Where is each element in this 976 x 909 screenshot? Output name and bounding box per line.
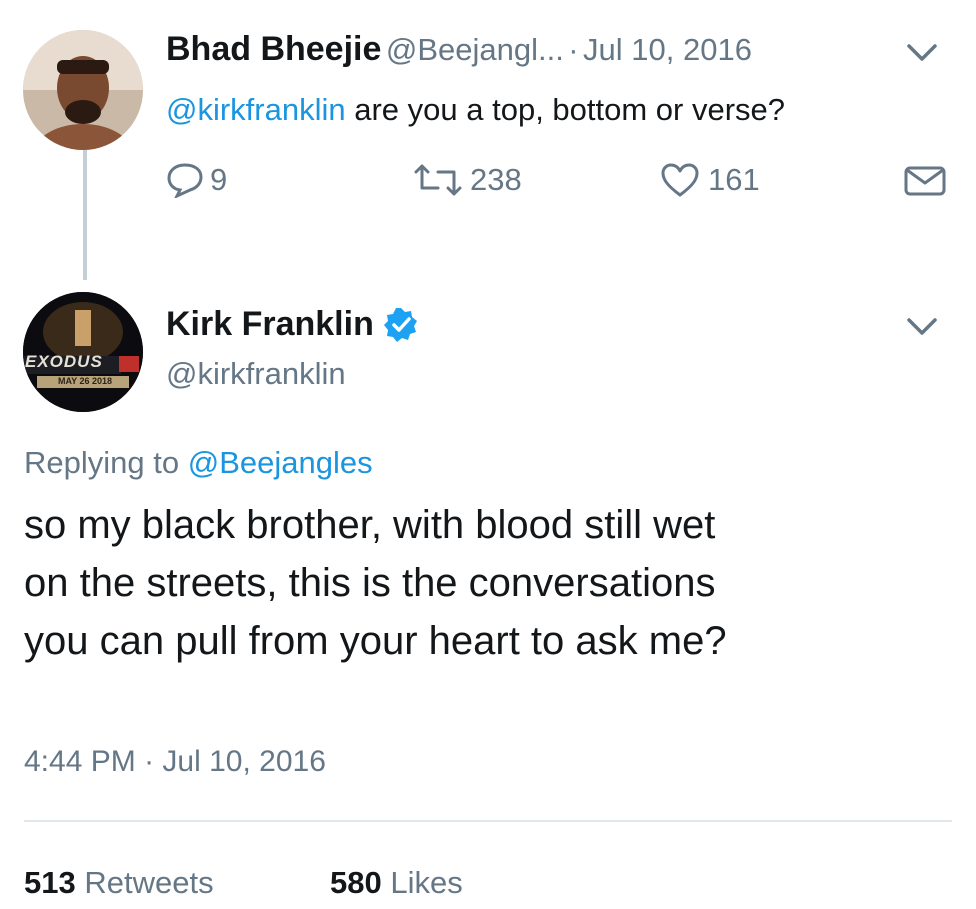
reply-text-line-3: you can pull from your heart to ask me? bbox=[24, 619, 727, 663]
reply-icon bbox=[167, 163, 203, 198]
retweet-icon bbox=[414, 164, 462, 196]
likes-stat[interactable]: 580 Likes bbox=[330, 865, 463, 901]
reply-author-row: Kirk Franklin bbox=[166, 305, 420, 344]
direct-message-icon bbox=[904, 166, 946, 196]
verified-badge-icon bbox=[383, 307, 417, 342]
parent-tweet-header: Bhad Bheejie @Beejangl... · Jul 10, 2016 bbox=[166, 30, 752, 69]
avatar-photo bbox=[23, 30, 143, 150]
parent-tweet-body: are you a top, bottom or verse? bbox=[345, 92, 786, 127]
avatar-date-text: MAY 26 2018 bbox=[57, 376, 113, 386]
reply-button[interactable]: 9 bbox=[166, 162, 227, 198]
reply-text-line-1: so my black brother, with blood still we… bbox=[24, 503, 716, 547]
like-count: 161 bbox=[708, 162, 760, 197]
parent-author-handle[interactable]: @Beejangl... bbox=[386, 32, 564, 67]
reply-timestamp[interactable]: 4:44 PM · Jul 10, 2016 bbox=[24, 745, 326, 779]
mention-link[interactable]: @kirkfranklin bbox=[166, 92, 346, 127]
stats-divider bbox=[24, 820, 952, 822]
retweets-stat-label: Retweets bbox=[84, 865, 214, 900]
parent-chevron-down-icon[interactable] bbox=[905, 42, 939, 69]
retweets-stat-count: 513 bbox=[24, 865, 76, 900]
retweet-count: 238 bbox=[470, 162, 522, 197]
likes-stat-label: Likes bbox=[390, 865, 463, 900]
replying-to-line: Replying to @Beejangles bbox=[24, 445, 373, 481]
timestamp-separator: · bbox=[144, 745, 155, 778]
direct-message-button[interactable] bbox=[903, 165, 947, 197]
header-separator: · bbox=[568, 32, 579, 67]
likes-stat-count: 580 bbox=[330, 865, 382, 900]
parent-author-name[interactable]: Bhad Bheejie bbox=[166, 30, 381, 68]
bhad-bheejie-avatar[interactable] bbox=[23, 30, 143, 150]
reply-tweet-text: so my black brother, with blood still we… bbox=[24, 496, 727, 670]
reply-time: 4:44 PM bbox=[24, 745, 136, 778]
parent-tweet-date[interactable]: Jul 10, 2016 bbox=[583, 32, 752, 67]
parent-tweet-text: @kirkfranklin are you a top, bottom or v… bbox=[166, 92, 785, 128]
retweet-button[interactable]: 238 bbox=[412, 162, 522, 198]
reply-date: Jul 10, 2016 bbox=[162, 745, 326, 778]
reply-chevron-down-icon[interactable] bbox=[905, 316, 939, 343]
reply-author-handle[interactable]: @kirkfranklin bbox=[166, 356, 346, 392]
kirk-franklin-avatar[interactable]: EXODUS MAY 26 2018 bbox=[23, 292, 143, 412]
reply-text-line-2: on the streets, this is the conversation… bbox=[24, 561, 716, 605]
like-icon bbox=[661, 163, 699, 197]
replying-to-handle-link[interactable]: @Beejangles bbox=[188, 445, 373, 480]
thread-connector-line bbox=[83, 150, 87, 280]
reply-count: 9 bbox=[210, 162, 228, 197]
replying-to-label: Replying to bbox=[24, 445, 188, 480]
avatar-title-text: EXODUS bbox=[25, 352, 103, 371]
like-button[interactable]: 161 bbox=[660, 162, 760, 198]
retweets-stat[interactable]: 513 Retweets bbox=[24, 865, 214, 901]
reply-author-name[interactable]: Kirk Franklin bbox=[166, 305, 374, 344]
